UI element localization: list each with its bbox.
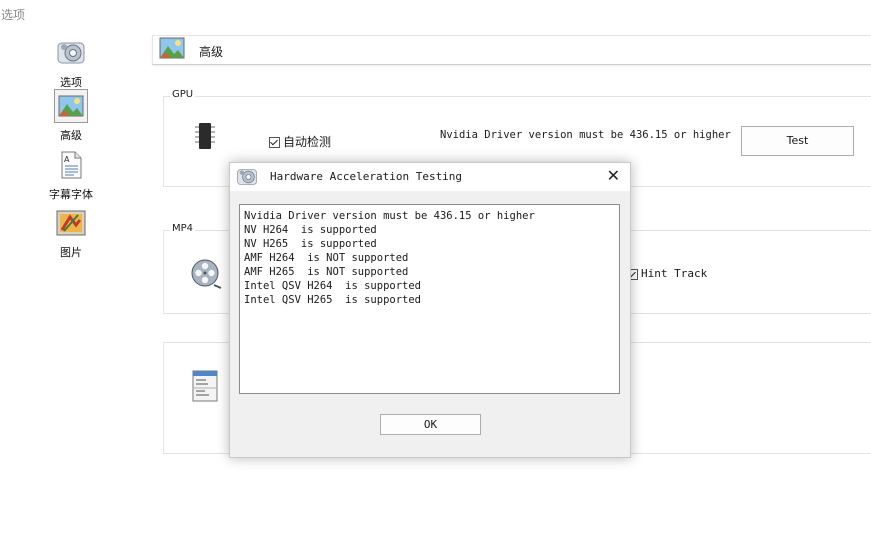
- sidebar-item-advanced[interactable]: 高级: [36, 89, 106, 143]
- sidebar-item-label: 字幕字体: [49, 188, 93, 201]
- mp4-group-legend: MP4: [170, 223, 196, 234]
- checkbox-checked-icon[interactable]: [269, 137, 280, 148]
- result-line: NV H265 is supported: [244, 238, 377, 250]
- svg-text:A: A: [64, 155, 70, 164]
- film-reel-icon: [191, 259, 222, 289]
- sidebar-item-subtitle-font[interactable]: A 字幕字体: [36, 148, 106, 202]
- sidebar-item-label: 图片: [60, 246, 82, 259]
- hardware-acceleration-dialog: Hardware Acceleration Testing ✕ Nvidia D…: [229, 162, 631, 458]
- result-line: Intel QSV H265 is supported: [244, 294, 422, 306]
- dialog-title: Hardware Acceleration Testing: [270, 170, 463, 183]
- driver-version-note: Nvidia Driver version must be 436.15 or …: [440, 129, 731, 141]
- paint-picture-icon: [56, 210, 86, 236]
- sidebar-item-label: 高级: [60, 129, 82, 142]
- auto-detect-label: 自动检测: [283, 135, 332, 149]
- test-results-textbox[interactable]: Nvidia Driver version must be 436.15 or …: [239, 204, 620, 394]
- options-gear-icon: [57, 42, 85, 64]
- result-line: Nvidia Driver version must be 436.15 or …: [244, 210, 535, 222]
- close-icon[interactable]: ✕: [607, 167, 620, 185]
- auto-detect-checkbox[interactable]: 自动检测: [269, 133, 331, 150]
- sidebar-item-label: 选项: [60, 76, 82, 89]
- result-line: AMF H264 is NOT supported: [244, 252, 409, 264]
- gpu-group-legend: GPU: [170, 89, 196, 100]
- sidebar-item-pictures[interactable]: 图片: [36, 206, 106, 260]
- hint-track-label: Hint Track: [641, 267, 708, 280]
- dialog-titlebar[interactable]: Hardware Acceleration Testing ✕: [230, 163, 630, 191]
- result-line: NV H264 is supported: [244, 224, 377, 236]
- result-line: AMF H265 is NOT supported: [244, 266, 409, 278]
- result-line: Intel QSV H264 is supported: [244, 280, 422, 292]
- test-button[interactable]: Test: [741, 126, 854, 156]
- hint-track-checkbox[interactable]: Hint Track: [627, 267, 707, 280]
- page-title: 高级: [199, 45, 224, 59]
- page-header: 高级: [152, 35, 871, 65]
- sidebar-item-options[interactable]: 选项: [36, 36, 106, 90]
- window-title: 选项: [1, 8, 26, 22]
- ok-button[interactable]: OK: [380, 414, 481, 435]
- landscape-picture-icon: [159, 37, 185, 59]
- landscape-picture-icon: [58, 95, 84, 117]
- file-menu-icon: [192, 370, 218, 402]
- options-gear-icon: [237, 169, 257, 185]
- chip-icon: [195, 123, 215, 149]
- document-font-icon: A: [61, 151, 82, 179]
